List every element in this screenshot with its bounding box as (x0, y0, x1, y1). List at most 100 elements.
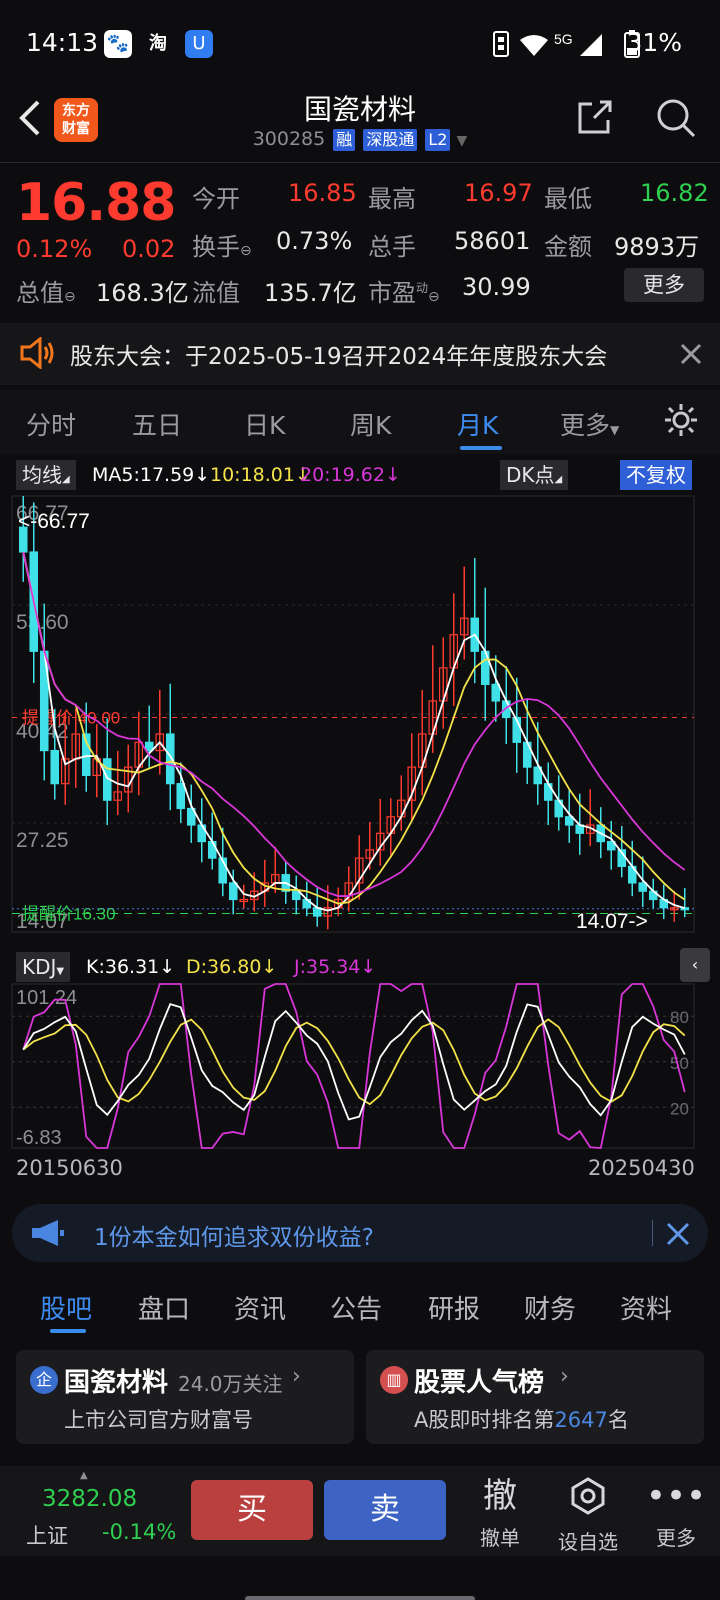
collapse-arrow-icon[interactable]: ‹ (680, 948, 710, 982)
cancel-order-button[interactable]: 撤 撤单 (464, 1476, 536, 1551)
pe-value: 30.99 (462, 273, 531, 301)
promo-text: 1份本金如何追求双份收益? (94, 1225, 374, 1251)
signal-icons: 5G (493, 31, 602, 57)
sell-button[interactable]: 卖 (324, 1480, 446, 1540)
tab-research[interactable]: 研报 (428, 1289, 480, 1326)
index-name[interactable]: 上证 (26, 1520, 68, 1550)
adjust-button[interactable]: 不复权 (620, 460, 692, 490)
connect-tag: 深股通 (363, 129, 418, 151)
index-change[interactable]: -0.14% (102, 1520, 176, 1544)
company-subtitle: 上市公司官方财富号 (64, 1408, 253, 1432)
kdj-k-legend: K:36.31↓ (86, 956, 176, 978)
amount-label: 金额 (544, 233, 592, 261)
tab-news[interactable]: 资讯 (234, 1289, 286, 1326)
kdj-j-line (22, 983, 686, 1149)
kline-tabs: 分时 五日 日K 周K 月K 更多▼ (0, 390, 720, 454)
kline-chart[interactable]: 均线◢ MA5:17.59↓ 10:18.01↓ 20:19.62↓ DK点◢ … (0, 456, 720, 1186)
index-value[interactable]: 3282.08 (42, 1486, 137, 1512)
tab-five-day[interactable]: 五日 (132, 406, 182, 442)
tab-finance[interactable]: 财务 (524, 1289, 576, 1326)
kdj-j-legend: J:35.34↓ (294, 956, 377, 978)
svg-text:5G: 5G (554, 31, 573, 47)
y-tick-label: 53.60 (16, 611, 69, 634)
buy-button[interactable]: 买 (191, 1480, 313, 1540)
tab-announcements[interactable]: 公告 (330, 1289, 382, 1326)
company-title: 国瓷材料 (64, 1368, 169, 1398)
ma5-line (22, 551, 686, 912)
notice-bar[interactable]: 股东大会：于2025-05-19召开2024年年度股东大会 (0, 323, 720, 385)
tab-orderbook[interactable]: 盘口 (138, 1289, 190, 1326)
ma10-legend: 10:18.01↓ (210, 464, 311, 486)
low-label: 最低 (544, 185, 592, 213)
total-value: 168.3亿 (96, 279, 189, 307)
total-value-label: 总值⊖ (16, 279, 76, 307)
stock-code: 300285 (252, 128, 326, 150)
indicator-selector[interactable]: 均线◢ (16, 460, 76, 490)
alert-low-label: 提醒价16.30 (22, 905, 116, 924)
popularity-card[interactable]: ▥ 股票人气榜 › A股即时排名第2647名 (366, 1350, 704, 1444)
kdj-level-label: 20 (670, 1099, 689, 1118)
notice-text: 股东大会：于2025-05-19召开2024年年度股东大会 (70, 344, 608, 370)
share-icon[interactable] (574, 96, 616, 138)
company-account-card[interactable]: 企 国瓷材料 24.0万关注 › 上市公司官方财富号 (16, 1350, 354, 1444)
kdj-min-label: -6.83 (16, 1127, 62, 1149)
more-quote-button[interactable]: 更多 (624, 268, 704, 302)
active-tab-indicator (460, 446, 502, 450)
more-button[interactable]: ••• 更多 (640, 1476, 712, 1551)
company-icon: 企 (30, 1366, 58, 1394)
candle-body (176, 783, 186, 810)
cancel-order-icon: 撤 (483, 1476, 517, 1516)
ranking-icon: ▥ (380, 1366, 408, 1394)
search-icon[interactable] (654, 96, 698, 140)
speaker-icon (20, 337, 54, 369)
tab-monthly-k[interactable]: 月K (457, 406, 498, 442)
candle-body (228, 882, 238, 901)
megaphone-icon (32, 1220, 64, 1246)
tab-profile[interactable]: 资料 (620, 1289, 672, 1326)
add-watchlist-label: 设自选 (558, 1530, 618, 1554)
kdj-selector[interactable]: KDJ▼ (16, 952, 71, 982)
gear-icon[interactable] (663, 402, 699, 438)
active-tab-indicator (50, 1329, 86, 1333)
taobao-icon: 淘 (149, 33, 167, 54)
change-value: 0.02 (122, 235, 176, 263)
float-value: 135.7亿 (264, 279, 357, 307)
pe-label: 市盈动⊖ (368, 279, 440, 307)
stock-header: 东方 财富 国瓷材料 300285 融 深股通 L2 ▼ (0, 88, 720, 162)
bottom-trade-bar: ▲ 3282.08 上证 -0.14% 买 卖 撤 撤单 设自选 ••• 更多 (0, 1466, 720, 1556)
more-label: 更多 (656, 1526, 696, 1550)
margin-tag: 融 (333, 129, 356, 151)
open-label: 今开 (192, 185, 240, 213)
dk-point-selector[interactable]: DK点◢ (500, 460, 569, 490)
ma20-line (22, 551, 686, 897)
baidu-icon: 🐾 (104, 30, 132, 58)
date-end: 20250430 (588, 1156, 695, 1180)
tab-daily-k[interactable]: 日K (244, 406, 285, 442)
tab-weekly-k[interactable]: 周K (350, 406, 391, 442)
promo-banner[interactable]: 1份本金如何追求双份收益? (12, 1204, 708, 1262)
cancel-order-label: 撤单 (480, 1526, 520, 1550)
chevron-down-icon[interactable]: ▼ (457, 133, 468, 149)
chevron-right-icon: › (292, 1364, 301, 1389)
tab-intraday[interactable]: 分时 (26, 406, 76, 442)
add-watchlist-button[interactable]: 设自选 (552, 1476, 624, 1555)
close-icon[interactable] (680, 343, 702, 365)
y-tick-label: 27.25 (16, 829, 69, 852)
popularity-title: 股票人气榜 (414, 1368, 545, 1398)
kdj-d-line (22, 1018, 686, 1106)
amount-value: 9893万 (614, 233, 700, 261)
close-icon[interactable] (666, 1222, 690, 1246)
tab-more[interactable]: 更多▼ (560, 406, 619, 442)
volume-value: 58601 (454, 227, 531, 255)
candle-body (491, 683, 501, 702)
popularity-rank: A股即时排名第2647名 (414, 1408, 629, 1432)
open-value: 16.85 (288, 179, 357, 207)
info-tabs: 股吧 盘口 资讯 公告 研报 财务 资料 (0, 1275, 720, 1337)
clock: 14:13 (26, 28, 99, 57)
candle-body (207, 840, 217, 859)
turnover-label: 换手⊖ (192, 233, 252, 261)
tab-forum[interactable]: 股吧 (40, 1289, 92, 1326)
low-value: 16.82 (640, 179, 709, 207)
candle-body (165, 733, 175, 785)
home-indicator[interactable] (245, 1596, 475, 1600)
